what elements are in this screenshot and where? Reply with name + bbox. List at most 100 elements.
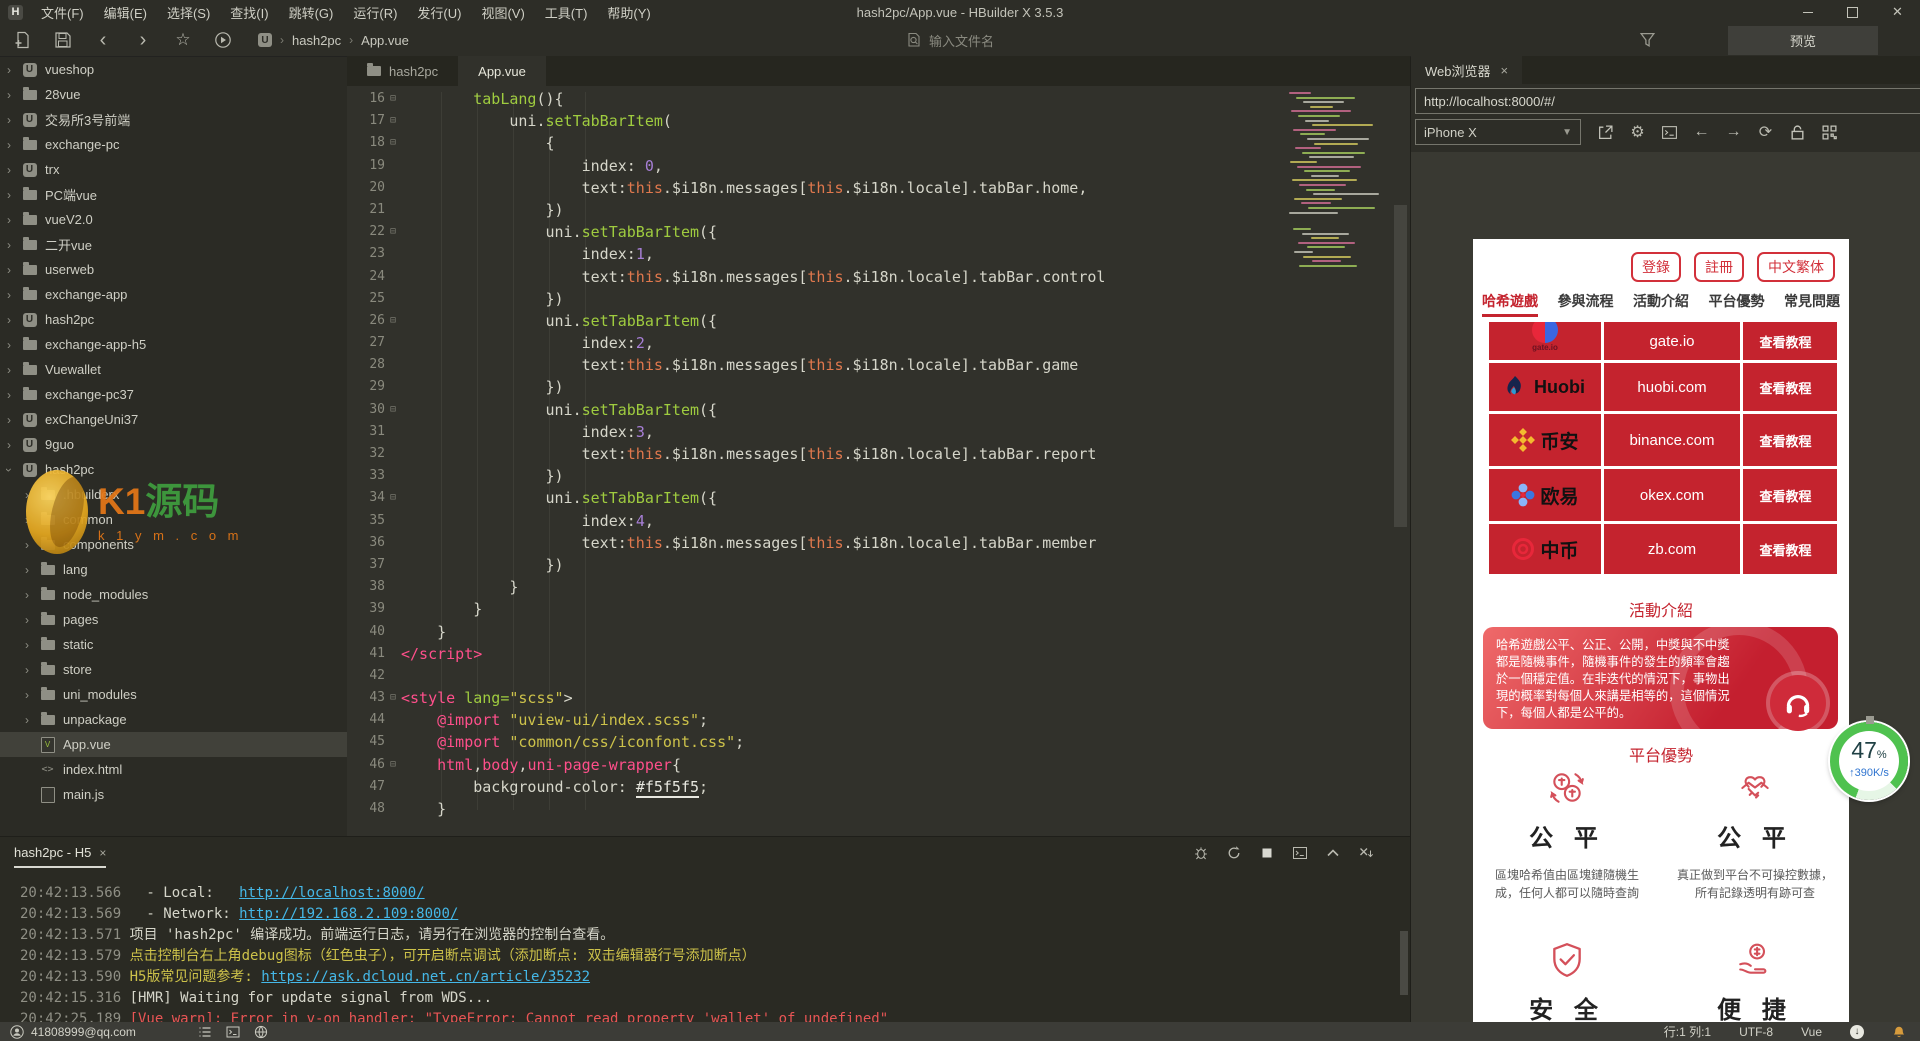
chevron-right-icon[interactable]: › <box>22 538 32 552</box>
file-search-input[interactable]: 输入文件名 <box>898 28 1002 52</box>
file-language[interactable]: Vue <box>1801 1025 1822 1039</box>
tree-item-pages[interactable]: › pages <box>0 607 347 632</box>
chevron-right-icon[interactable]: › <box>4 63 14 77</box>
view-tutorial-button[interactable]: 查看教程 <box>1743 469 1828 521</box>
tree-item-common[interactable]: › common <box>0 507 347 532</box>
account-email[interactable]: 41808999@qq.com <box>31 1025 136 1039</box>
open-external-icon[interactable] <box>1597 124 1614 141</box>
update-download-icon[interactable]: ↓ <box>1850 1024 1864 1039</box>
log-link[interactable]: https://ask.dcloud.net.cn/article/35232 <box>261 969 590 985</box>
editor-tab-hash2pc[interactable]: hash2pc <box>347 56 458 86</box>
code-line-46[interactable]: 46 ⊟ html,body,uni-page-wrapper{ <box>347 754 1410 776</box>
breadcrumb[interactable]: U › hash2pc › App.vue <box>258 33 409 48</box>
page-button-1[interactable]: 註冊 <box>1694 252 1744 282</box>
code-line-26[interactable]: 26 ⊟ uni.setTabBarItem({ <box>347 310 1410 332</box>
terminal-icon[interactable] <box>226 1025 240 1039</box>
device-select[interactable]: iPhone X ▼ <box>1415 119 1581 145</box>
refresh-icon[interactable]: ⟳ <box>1757 124 1774 141</box>
chevron-right-icon[interactable]: › <box>4 413 14 427</box>
download-progress-badge[interactable]: 47% ↑390K/s <box>1830 716 1908 800</box>
chevron-right-icon[interactable]: › <box>4 138 14 152</box>
chevron-right-icon[interactable]: › <box>4 338 14 352</box>
code-line-39[interactable]: 39 } <box>347 598 1410 620</box>
code-line-24[interactable]: 24 text:this.$i18n.messages[this.$i18n.l… <box>347 266 1410 288</box>
nav-back-icon[interactable]: ‹ <box>94 29 112 51</box>
code-line-17[interactable]: 17 ⊟ uni.setTabBarItem( <box>347 110 1410 132</box>
debug-bug-icon[interactable] <box>1193 845 1209 861</box>
code-line-22[interactable]: 22 ⊟ uni.setTabBarItem({ <box>347 221 1410 243</box>
preview-button[interactable]: 预览 <box>1728 26 1878 55</box>
code-line-34[interactable]: 34 ⊟ uni.setTabBarItem({ <box>347 487 1410 509</box>
tree-item-unpackage[interactable]: › unpackage <box>0 707 347 732</box>
page-button-2[interactable]: 中文繁体 <box>1757 252 1835 282</box>
code-line-35[interactable]: 35 index:4, <box>347 510 1410 532</box>
chevron-right-icon[interactable]: › <box>22 588 32 602</box>
tree-item-exChangeUni37[interactable]: › UexChangeUni37 <box>0 407 347 432</box>
close-icon[interactable]: × <box>1501 63 1509 78</box>
chevron-right-icon[interactable]: › <box>4 313 14 327</box>
tree-item-components[interactable]: › components <box>0 532 347 557</box>
tree-item-node_modules[interactable]: › node_modules <box>0 582 347 607</box>
menu-item-9[interactable]: 帮助(Y) <box>597 3 660 22</box>
chevron-right-icon[interactable]: › <box>4 88 14 102</box>
code-line-29[interactable]: 29 }) <box>347 376 1410 398</box>
chevron-right-icon[interactable]: › <box>22 613 32 627</box>
run-icon[interactable] <box>214 31 232 49</box>
view-tutorial-button[interactable]: 查看教程 <box>1743 524 1828 574</box>
chevron-right-icon[interactable]: › <box>22 513 32 527</box>
editor-tab-App.vue[interactable]: App.vue <box>458 56 546 86</box>
menu-item-8[interactable]: 工具(T) <box>535 3 598 22</box>
chevron-right-icon[interactable]: › <box>4 438 14 452</box>
code-line-23[interactable]: 23 index:1, <box>347 243 1410 265</box>
chevron-down-icon[interactable]: › <box>2 465 16 475</box>
filter-icon[interactable] <box>1639 31 1656 48</box>
menu-item-7[interactable]: 视图(V) <box>471 3 534 22</box>
tree-item-vueV2.0[interactable]: › vueV2.0 <box>0 207 347 232</box>
fold-marker-icon[interactable]: ⊟ <box>385 754 401 776</box>
code-line-45[interactable]: 45 @import "common/css/iconfont.css"; <box>347 731 1410 753</box>
fold-marker-icon[interactable]: ⊟ <box>385 399 401 421</box>
settings-gear-icon[interactable]: ⚙ <box>1629 124 1646 141</box>
outline-list-icon[interactable] <box>198 1025 212 1039</box>
code-line-20[interactable]: 20 text:this.$i18n.messages[this.$i18n.l… <box>347 177 1410 199</box>
tree-item-exchange-pc37[interactable]: › exchange-pc37 <box>0 382 347 407</box>
encoding[interactable]: UTF-8 <box>1739 1025 1773 1039</box>
view-tutorial-button[interactable]: 查看教程 <box>1743 414 1828 466</box>
fold-marker-icon[interactable]: ⊟ <box>385 487 401 509</box>
url-input[interactable]: http://localhost:8000/#/ <box>1415 88 1920 114</box>
page-button-0[interactable]: 登錄 <box>1631 252 1681 282</box>
editor-scrollbar[interactable] <box>1394 205 1407 527</box>
tree-item-二开vue[interactable]: › 二开vue <box>0 232 347 257</box>
stop-icon[interactable] <box>1259 845 1275 861</box>
console-scrollbar[interactable] <box>1400 931 1408 995</box>
tree-item-vueshop[interactable]: › Uvueshop <box>0 57 347 82</box>
chevron-right-icon[interactable]: › <box>22 638 32 652</box>
tree-item-交易所3号前端[interactable]: › U 交易所3号前端 <box>0 107 347 132</box>
chevron-right-icon[interactable]: › <box>22 488 32 502</box>
chevron-right-icon[interactable]: › <box>4 263 14 277</box>
menu-item-6[interactable]: 发行(U) <box>407 3 471 22</box>
tree-item-9guo[interactable]: › U 9guo <box>0 432 347 457</box>
chevron-right-icon[interactable]: › <box>22 713 32 727</box>
code-line-47[interactable]: 47 background-color: #f5f5f5; <box>347 776 1410 798</box>
code-line-38[interactable]: 38 } <box>347 576 1410 598</box>
tree-item-App.vue[interactable]: V App.vue <box>0 732 347 757</box>
chevron-right-icon[interactable]: › <box>4 113 14 127</box>
minimize-button[interactable] <box>1785 0 1830 24</box>
chevron-right-icon[interactable]: › <box>4 388 14 402</box>
nav-forward-icon[interactable]: → <box>1725 123 1742 141</box>
code-line-18[interactable]: 18 ⊟ { <box>347 132 1410 154</box>
favorite-star-icon[interactable]: ☆ <box>174 30 192 49</box>
chevron-right-icon[interactable]: › <box>4 238 14 252</box>
console-tab[interactable]: hash2pc - H5 × <box>14 845 107 868</box>
web-globe-icon[interactable] <box>254 1025 268 1039</box>
cursor-position[interactable]: 行:1 列:1 <box>1664 1023 1711 1040</box>
console-terminal-icon[interactable] <box>1661 124 1678 141</box>
code-line-30[interactable]: 30 ⊟ uni.setTabBarItem({ <box>347 399 1410 421</box>
chevron-right-icon[interactable]: › <box>22 663 32 677</box>
chevron-right-icon[interactable]: › <box>4 213 14 227</box>
code-line-19[interactable]: 19 index: 0, <box>347 155 1410 177</box>
log-link[interactable]: http://localhost:8000/ <box>239 885 424 901</box>
menu-item-1[interactable]: 编辑(E) <box>94 3 157 22</box>
code-area[interactable]: 16 ⊟ tabLang(){17 ⊟ uni.setTabBarItem(18 ⊟ … <box>347 88 1410 836</box>
